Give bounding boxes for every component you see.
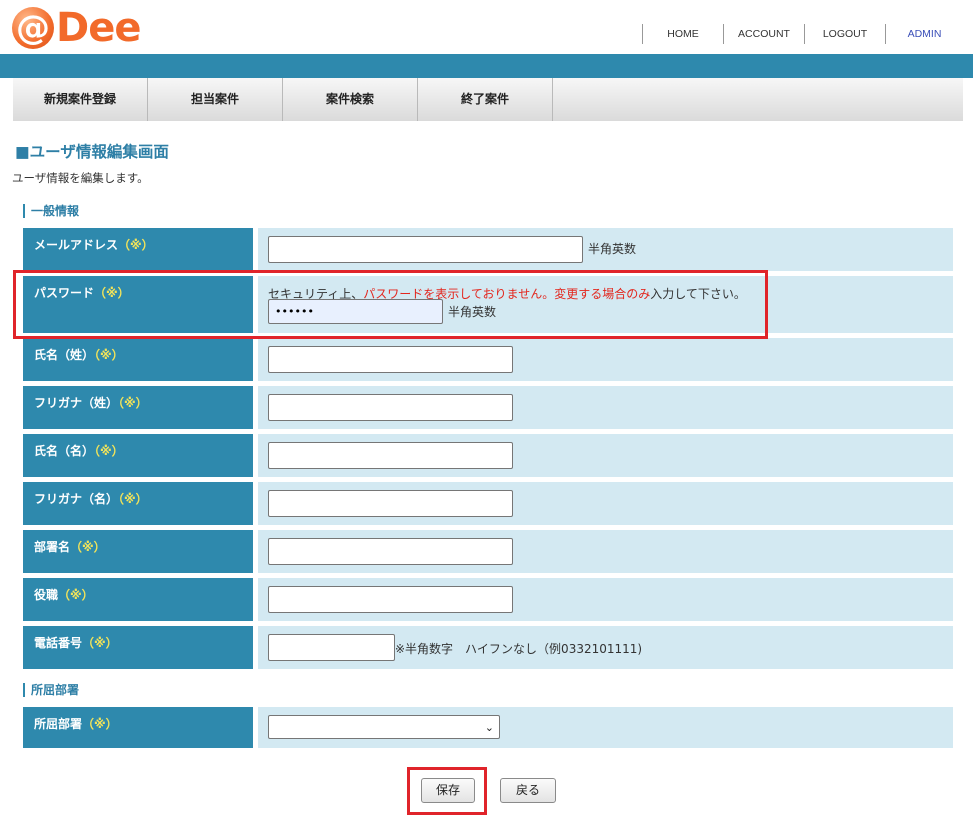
required-mark: （※） bbox=[118, 396, 148, 410]
password-label: パスワード（※） bbox=[23, 276, 253, 333]
department-name-input[interactable] bbox=[268, 538, 513, 565]
password-value-cell: セキュリティ上、パスワードを表示しておりません。変更する場合のみ入力して下さい。… bbox=[258, 276, 953, 333]
required-mark: （※） bbox=[82, 717, 118, 731]
header-bar bbox=[0, 54, 973, 78]
phone-value-cell: ※半角数字 ハイフンなし（例0332101111) bbox=[258, 626, 953, 669]
nav-account-link[interactable]: ACCOUNT bbox=[723, 24, 804, 44]
email-row: メールアドレス（※） 半角英数 bbox=[23, 228, 953, 271]
page-title: ■ユーザ情報編集画面 bbox=[15, 143, 169, 161]
phone-label-text: 電話番号 bbox=[34, 636, 83, 650]
last-name-label: 氏名（姓）（※） bbox=[23, 338, 253, 381]
password-notice-suffix: 入力して下さい。 bbox=[650, 287, 746, 301]
position-input[interactable] bbox=[268, 586, 513, 613]
email-label-text: メールアドレス bbox=[34, 238, 119, 252]
required-mark: （※） bbox=[118, 238, 154, 252]
affiliation-label-text: 所屈部署 bbox=[34, 717, 83, 731]
position-label: 役職（※） bbox=[23, 578, 253, 621]
header: @ Dee HOME ACCOUNT LOGOUT ADMIN bbox=[0, 0, 973, 54]
top-navigation: HOME ACCOUNT LOGOUT ADMIN bbox=[642, 24, 963, 44]
save-button[interactable]: 保存 bbox=[421, 778, 475, 803]
password-input[interactable] bbox=[268, 299, 443, 324]
last-name-label-text: 氏名（姓） bbox=[34, 348, 95, 362]
department-name-label-text: 部署名 bbox=[34, 540, 71, 554]
first-name-input[interactable] bbox=[268, 442, 513, 469]
required-mark: （※） bbox=[94, 348, 124, 362]
first-name-kana-label: フリガナ（名）（※） bbox=[23, 482, 253, 525]
first-name-label-text: 氏名（名） bbox=[34, 444, 95, 458]
section-department-heading: 所屈部署 bbox=[23, 683, 79, 697]
logo[interactable]: @ Dee bbox=[12, 5, 141, 51]
phone-row: 電話番号（※） ※半角数字 ハイフンなし（例0332101111) bbox=[23, 626, 953, 669]
menu-new-case[interactable]: 新規案件登録 bbox=[13, 78, 148, 121]
first-name-value-cell bbox=[258, 434, 953, 477]
first-name-label: 氏名（名）（※） bbox=[23, 434, 253, 477]
nav-home-link[interactable]: HOME bbox=[642, 24, 723, 44]
last-name-row: 氏名（姓）（※） bbox=[23, 338, 953, 381]
required-mark: （※） bbox=[94, 286, 130, 300]
email-input[interactable] bbox=[268, 236, 583, 263]
phone-input[interactable] bbox=[268, 634, 395, 661]
first-name-kana-input[interactable] bbox=[268, 490, 513, 517]
position-row: 役職（※） bbox=[23, 578, 953, 621]
department-name-value-cell bbox=[258, 530, 953, 573]
nav-admin-link[interactable]: ADMIN bbox=[885, 24, 963, 44]
required-mark: （※） bbox=[82, 636, 118, 650]
required-mark: （※） bbox=[94, 444, 124, 458]
first-name-kana-label-text: フリガナ（名） bbox=[34, 492, 119, 506]
email-value-cell: 半角英数 bbox=[258, 228, 953, 271]
required-mark: （※） bbox=[118, 492, 148, 506]
logo-text: Dee bbox=[56, 5, 141, 51]
required-mark: （※） bbox=[70, 540, 106, 554]
affiliation-value-cell: ⌄ bbox=[258, 707, 953, 748]
position-label-text: 役職 bbox=[34, 588, 59, 602]
department-name-row: 部署名（※） bbox=[23, 530, 953, 573]
back-button[interactable]: 戻る bbox=[500, 778, 556, 803]
logo-at-mark: @ bbox=[12, 7, 54, 49]
last-name-kana-input[interactable] bbox=[268, 394, 513, 421]
last-name-input[interactable] bbox=[268, 346, 513, 373]
position-value-cell bbox=[258, 578, 953, 621]
required-mark: （※） bbox=[58, 588, 94, 602]
menu-assigned-cases[interactable]: 担当案件 bbox=[148, 78, 283, 121]
nav-logout-link[interactable]: LOGOUT bbox=[804, 24, 885, 44]
affiliation-select[interactable]: ⌄ bbox=[268, 715, 500, 739]
menu-closed-cases[interactable]: 終了案件 bbox=[418, 78, 553, 121]
last-name-value-cell bbox=[258, 338, 953, 381]
main-menu: 新規案件登録 担当案件 案件検索 終了案件 bbox=[13, 78, 963, 121]
phone-hint: ※半角数字 ハイフンなし（例0332101111) bbox=[395, 642, 643, 656]
chevron-down-icon: ⌄ bbox=[484, 721, 494, 734]
affiliation-row: 所屈部署（※） ⌄ bbox=[23, 707, 953, 748]
password-hint: 半角英数 bbox=[448, 305, 497, 319]
page-description: ユーザ情報を編集します。 bbox=[12, 171, 149, 185]
password-row: パスワード（※） セキュリティ上、パスワードを表示しておりません。変更する場合の… bbox=[23, 276, 953, 333]
department-name-label: 部署名（※） bbox=[23, 530, 253, 573]
email-hint: 半角英数 bbox=[588, 242, 637, 256]
menu-case-search[interactable]: 案件検索 bbox=[283, 78, 418, 121]
last-name-kana-row: フリガナ（姓）（※） bbox=[23, 386, 953, 429]
email-label: メールアドレス（※） bbox=[23, 228, 253, 271]
last-name-kana-label-text: フリガナ（姓） bbox=[34, 396, 119, 410]
section-general-heading: 一般情報 bbox=[23, 204, 79, 218]
password-label-text: パスワード bbox=[34, 286, 95, 300]
last-name-kana-value-cell bbox=[258, 386, 953, 429]
first-name-kana-row: フリガナ（名）（※） bbox=[23, 482, 953, 525]
last-name-kana-label: フリガナ（姓）（※） bbox=[23, 386, 253, 429]
first-name-kana-value-cell bbox=[258, 482, 953, 525]
affiliation-label: 所屈部署（※） bbox=[23, 707, 253, 748]
first-name-row: 氏名（名）（※） bbox=[23, 434, 953, 477]
phone-label: 電話番号（※） bbox=[23, 626, 253, 669]
